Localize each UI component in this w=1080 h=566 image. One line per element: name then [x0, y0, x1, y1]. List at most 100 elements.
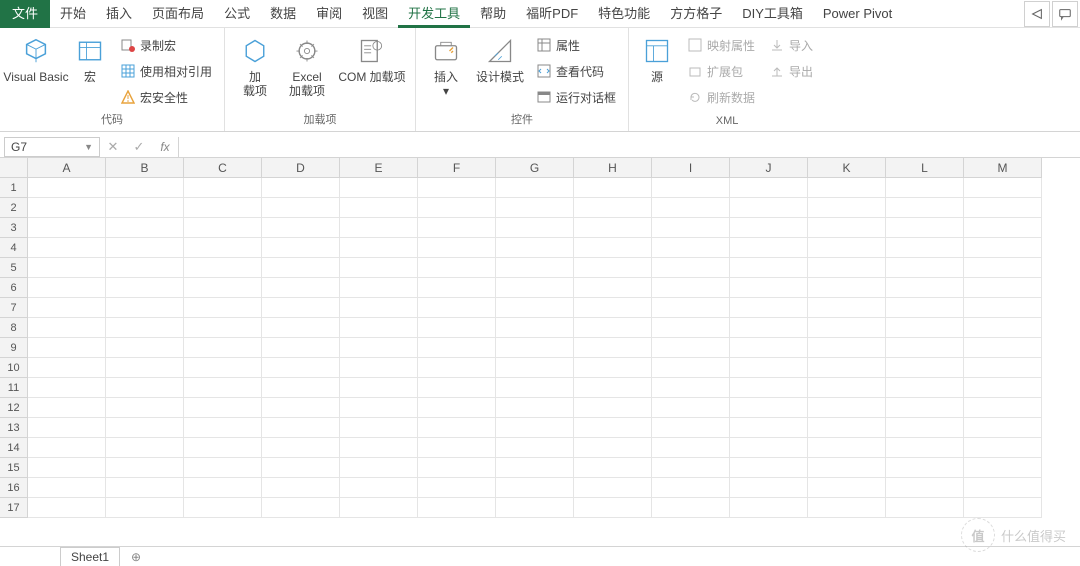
- cell[interactable]: [808, 438, 886, 458]
- cell[interactable]: [730, 318, 808, 338]
- cell[interactable]: [496, 398, 574, 418]
- cell[interactable]: [886, 358, 964, 378]
- cell[interactable]: [184, 298, 262, 318]
- cell[interactable]: [808, 218, 886, 238]
- cell[interactable]: [496, 458, 574, 478]
- cell[interactable]: [964, 318, 1042, 338]
- cell[interactable]: [574, 218, 652, 238]
- cell[interactable]: [340, 178, 418, 198]
- row-header[interactable]: 8: [0, 318, 28, 338]
- cell[interactable]: [262, 318, 340, 338]
- cell[interactable]: [28, 418, 106, 438]
- fx-icon[interactable]: fx: [152, 140, 178, 154]
- cells-area[interactable]: [28, 178, 1080, 546]
- cell[interactable]: [340, 438, 418, 458]
- cell[interactable]: [184, 358, 262, 378]
- cell[interactable]: [28, 218, 106, 238]
- cell[interactable]: [496, 378, 574, 398]
- column-header[interactable]: H: [574, 158, 652, 178]
- cell[interactable]: [262, 198, 340, 218]
- cell[interactable]: [340, 418, 418, 438]
- cell[interactable]: [808, 398, 886, 418]
- cell[interactable]: [496, 218, 574, 238]
- cell[interactable]: [418, 378, 496, 398]
- cell[interactable]: [340, 298, 418, 318]
- cell[interactable]: [964, 178, 1042, 198]
- cell[interactable]: [184, 278, 262, 298]
- cell[interactable]: [28, 318, 106, 338]
- column-header[interactable]: M: [964, 158, 1042, 178]
- cell[interactable]: [730, 298, 808, 318]
- cell[interactable]: [184, 258, 262, 278]
- cell[interactable]: [28, 298, 106, 318]
- cell[interactable]: [886, 238, 964, 258]
- row-header[interactable]: 14: [0, 438, 28, 458]
- cell[interactable]: [28, 358, 106, 378]
- cell[interactable]: [340, 318, 418, 338]
- cell[interactable]: [808, 498, 886, 518]
- tab-0[interactable]: 开始: [50, 0, 96, 28]
- cell[interactable]: [574, 358, 652, 378]
- row-header[interactable]: 11: [0, 378, 28, 398]
- tab-2[interactable]: 页面布局: [142, 0, 214, 28]
- cell[interactable]: [106, 298, 184, 318]
- cell[interactable]: [28, 238, 106, 258]
- sheet-tab[interactable]: Sheet1: [60, 547, 120, 566]
- cell[interactable]: [730, 218, 808, 238]
- cell[interactable]: [574, 378, 652, 398]
- add-sheet-button[interactable]: ⊕: [126, 550, 146, 564]
- cell[interactable]: [496, 358, 574, 378]
- column-header[interactable]: A: [28, 158, 106, 178]
- cell[interactable]: [574, 478, 652, 498]
- cell[interactable]: [964, 398, 1042, 418]
- tab-7[interactable]: 开发工具: [398, 0, 470, 28]
- cell[interactable]: [184, 218, 262, 238]
- xml-source-button[interactable]: 源: [637, 32, 677, 84]
- cell[interactable]: [886, 398, 964, 418]
- cell[interactable]: [106, 498, 184, 518]
- cell[interactable]: [496, 478, 574, 498]
- macros-button[interactable]: 宏: [70, 32, 110, 84]
- cell[interactable]: [418, 318, 496, 338]
- cell[interactable]: [418, 358, 496, 378]
- cell[interactable]: [106, 438, 184, 458]
- column-headers[interactable]: ABCDEFGHIJKLM: [28, 158, 1080, 178]
- name-box[interactable]: G7 ▼: [4, 137, 100, 157]
- cell[interactable]: [808, 318, 886, 338]
- cell[interactable]: [28, 478, 106, 498]
- cell[interactable]: [28, 278, 106, 298]
- cell[interactable]: [652, 338, 730, 358]
- cell[interactable]: [184, 378, 262, 398]
- cell[interactable]: [730, 238, 808, 258]
- cell[interactable]: [106, 338, 184, 358]
- cell[interactable]: [106, 398, 184, 418]
- select-all-corner[interactable]: [0, 158, 28, 178]
- cell[interactable]: [418, 478, 496, 498]
- cell[interactable]: [574, 418, 652, 438]
- cell[interactable]: [574, 458, 652, 478]
- cell[interactable]: [964, 458, 1042, 478]
- cell[interactable]: [262, 498, 340, 518]
- accept-formula-button[interactable]: ✓: [126, 139, 152, 155]
- cell[interactable]: [886, 438, 964, 458]
- addins-button[interactable]: 加 载项: [233, 32, 277, 98]
- cell[interactable]: [574, 438, 652, 458]
- cell[interactable]: [886, 478, 964, 498]
- share-icon[interactable]: [1024, 1, 1050, 27]
- cell[interactable]: [652, 398, 730, 418]
- cell[interactable]: [652, 318, 730, 338]
- cell[interactable]: [886, 338, 964, 358]
- cell[interactable]: [340, 398, 418, 418]
- cell[interactable]: [262, 298, 340, 318]
- cell[interactable]: [964, 278, 1042, 298]
- cell[interactable]: [730, 358, 808, 378]
- row-headers[interactable]: 1234567891011121314151617: [0, 178, 28, 518]
- cell[interactable]: [574, 338, 652, 358]
- cell[interactable]: [886, 278, 964, 298]
- cell[interactable]: [262, 338, 340, 358]
- column-header[interactable]: L: [886, 158, 964, 178]
- column-header[interactable]: B: [106, 158, 184, 178]
- cell[interactable]: [496, 418, 574, 438]
- tab-13[interactable]: Power Pivot: [813, 0, 902, 28]
- cell[interactable]: [184, 318, 262, 338]
